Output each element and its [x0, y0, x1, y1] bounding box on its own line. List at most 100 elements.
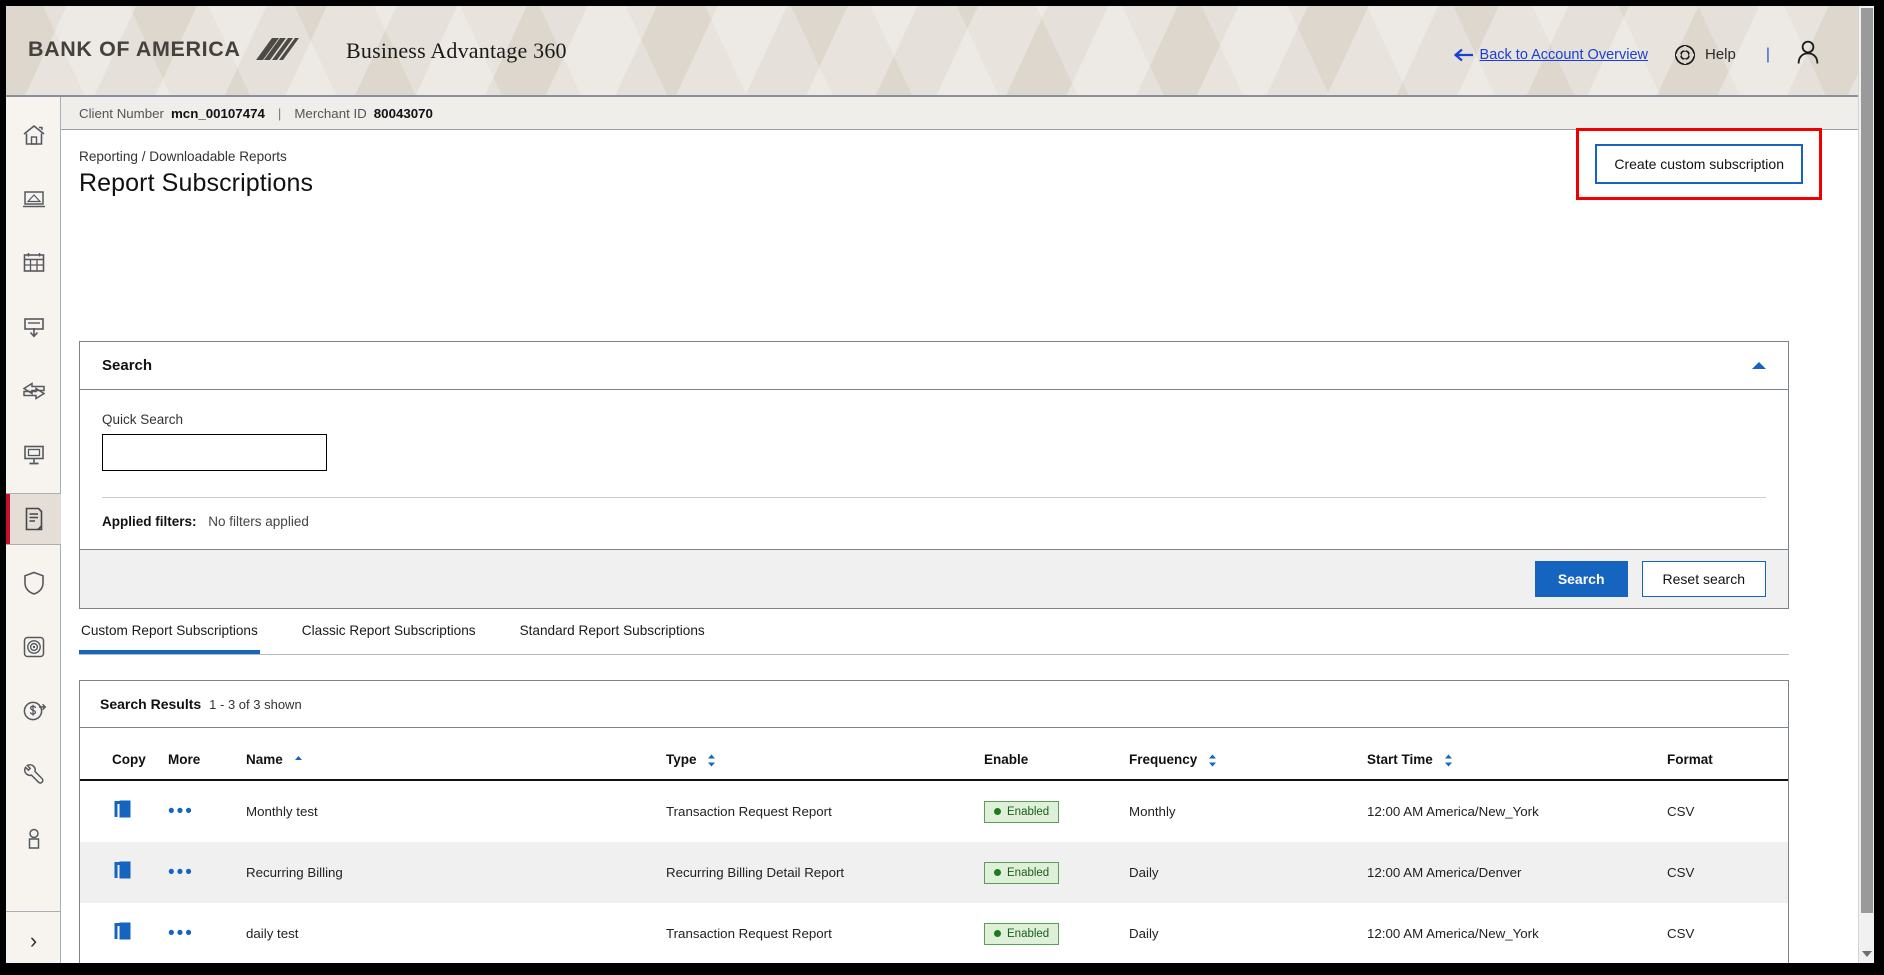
window-frame-right [1874, 0, 1884, 975]
sidebar-item-analytics[interactable] [6, 174, 61, 224]
search-results-title: Search Results [100, 696, 202, 712]
sidebar-expand-button[interactable]: › [6, 911, 61, 969]
sort-both-icon [1209, 754, 1217, 767]
search-panel-body: Quick Search Applied filters: No filters… [80, 390, 1788, 549]
client-number-label: Client Number [79, 105, 164, 121]
help-icon [1674, 44, 1696, 65]
copy-icon[interactable] [112, 920, 134, 944]
search-panel-header[interactable]: Search [80, 342, 1788, 390]
cell-format: CSV [1667, 842, 1788, 903]
report-document-icon [25, 507, 42, 531]
cell-enable: Enabled [984, 903, 1129, 964]
payments-icon [23, 701, 46, 721]
product-title: Business Advantage 360 [346, 38, 567, 63]
search-button[interactable]: Search [1534, 561, 1628, 597]
applied-filters-value: No filters applied [208, 514, 309, 529]
help-button[interactable]: Help [1674, 44, 1736, 66]
create-custom-subscription-button[interactable]: Create custom subscription [1595, 144, 1803, 184]
transfer-icon [22, 382, 45, 400]
bank-of-america-logo[interactable]: BANK OF AMERICA [28, 34, 304, 64]
sidebar-item-terminal[interactable] [6, 430, 61, 480]
column-header-name[interactable]: Name [246, 728, 666, 781]
scrollbar-thumb[interactable] [1861, 8, 1873, 913]
column-header-type[interactable]: Type [666, 728, 984, 781]
cell-type: Transaction Request Report [666, 804, 832, 819]
cell-more[interactable]: ••• [168, 780, 246, 842]
cell-start-time: 12:00 AM America/New_York [1367, 804, 1539, 819]
column-header-frequency-label: Frequency [1129, 752, 1198, 767]
cell-format: CSV [1667, 804, 1695, 819]
sidebar-item-deposits[interactable] [6, 302, 61, 352]
sidebar-item-calendar[interactable] [6, 238, 61, 288]
subscription-tabs: Custom Report Subscriptions Classic Repo… [79, 613, 1789, 655]
boa-flag-icon [256, 38, 300, 60]
sort-ascending-icon [294, 755, 302, 760]
scroll-down-arrow-icon[interactable] [1862, 951, 1872, 957]
application-window: BANK OF AMERICA Business Advantage 360 B… [0, 0, 1884, 975]
tab-custom-report-subscriptions[interactable]: Custom Report Subscriptions [79, 613, 260, 654]
merchant-id-value: 80043070 [373, 105, 433, 121]
status-badge: Enabled [984, 861, 1060, 884]
status-dot-icon [994, 930, 1001, 937]
quick-search-input[interactable] [102, 434, 327, 471]
cell-copy[interactable] [80, 780, 168, 842]
sidebar-item-security[interactable] [6, 558, 61, 608]
page-scrollbar[interactable] [1858, 6, 1874, 963]
status-badge-label: Enabled [1007, 927, 1050, 940]
search-results-count: 1 - 3 of 3 shown [209, 696, 302, 712]
user-account-button[interactable] [1796, 39, 1820, 70]
column-header-frequency[interactable]: Frequency [1129, 728, 1367, 781]
sidebar-item-payments[interactable] [6, 686, 61, 736]
chevron-right-icon: › [29, 927, 38, 953]
column-header-start-time[interactable]: Start Time [1367, 728, 1667, 781]
top-banner: BANK OF AMERICA Business Advantage 360 B… [6, 6, 1874, 97]
cell-name[interactable]: Monthly test [246, 780, 666, 842]
sidebar-item-reports[interactable] [6, 493, 61, 545]
status-dot-icon [994, 808, 1001, 815]
copy-icon[interactable] [112, 798, 134, 822]
sidebar-item-profile[interactable] [6, 814, 61, 864]
copy-icon[interactable] [112, 859, 134, 883]
window-frame-bottom [0, 963, 1884, 975]
create-subscription-highlight: Create custom subscription [1576, 128, 1822, 200]
brand-wordmark: BANK OF AMERICA [28, 36, 241, 61]
sort-both-icon [708, 754, 716, 767]
column-header-start-time-label: Start Time [1367, 752, 1433, 767]
back-to-account-overview-link[interactable]: Back to Account Overview [1453, 46, 1648, 63]
sidebar-item-targets[interactable] [6, 622, 61, 672]
more-actions-icon[interactable]: ••• [168, 923, 194, 944]
target-icon [23, 636, 44, 658]
cell-name[interactable]: daily test [246, 903, 666, 964]
more-actions-icon[interactable]: ••• [168, 801, 194, 822]
status-dot-icon [994, 869, 1001, 876]
reset-search-button[interactable]: Reset search [1641, 561, 1766, 597]
cell-start-time: 12:00 AM America/Denver [1367, 842, 1667, 903]
calendar-icon [23, 253, 44, 272]
sidebar-item-home[interactable] [6, 110, 61, 160]
cell-more[interactable]: ••• [168, 903, 246, 964]
quick-search-label: Quick Search [102, 412, 184, 427]
cell-name[interactable]: Recurring Billing [246, 842, 666, 903]
deposit-icon [23, 318, 44, 338]
tab-standard-report-subscriptions[interactable]: Standard Report Subscriptions [518, 613, 707, 654]
table-header-row: Copy More Name Type Enable Frequency Sta… [80, 728, 1788, 781]
tab-classic-report-subscriptions[interactable]: Classic Report Subscriptions [300, 613, 478, 654]
status-badge: Enabled [984, 800, 1060, 823]
status-badge-label: Enabled [1007, 866, 1050, 879]
sort-both-icon [1444, 754, 1452, 767]
table-row: ••• daily test Transaction Request Repor… [80, 903, 1788, 964]
back-link-label: Back to Account Overview [1479, 46, 1648, 63]
status-badge-label: Enabled [1007, 805, 1050, 818]
column-header-enable: Enable [984, 728, 1129, 781]
cell-copy[interactable] [80, 903, 168, 964]
sidebar-item-tools[interactable] [6, 750, 61, 800]
more-actions-icon[interactable]: ••• [168, 862, 194, 883]
applied-filters-label: Applied filters: [102, 514, 197, 529]
cell-copy[interactable] [80, 842, 168, 903]
arrow-left-icon [1453, 48, 1473, 61]
sidebar-item-transfers[interactable] [6, 366, 61, 416]
user-avatar-icon [1797, 40, 1819, 64]
cell-more[interactable]: ••• [168, 842, 246, 903]
applied-filters: Applied filters: No filters applied [102, 498, 1766, 549]
chevron-up-icon[interactable] [1752, 362, 1766, 369]
